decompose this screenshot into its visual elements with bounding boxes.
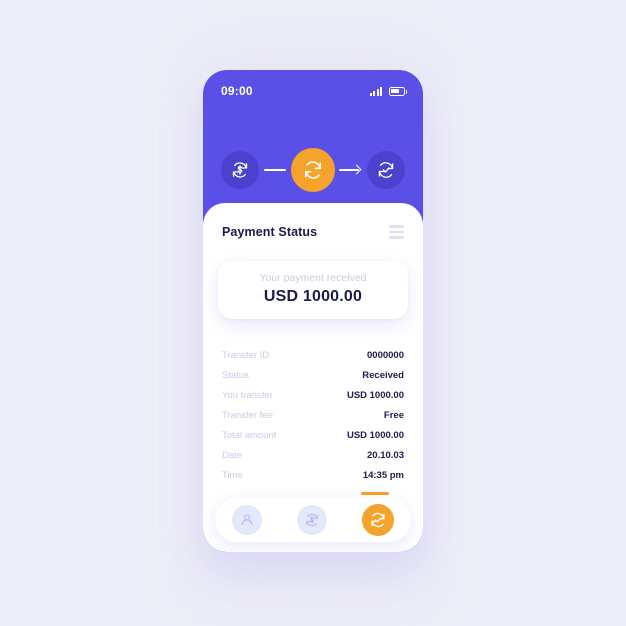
status-bar-icons [369,86,408,96]
dollar-refresh-icon [304,512,320,528]
battery-icon [389,86,408,96]
check-refresh-icon [376,160,396,180]
dollar-refresh-icon [230,160,250,180]
phone-mockup: 09:00 Payment Status Your payment receiv… [203,70,423,552]
step-1-sent[interactable] [221,151,259,189]
table-row: Status Received [222,366,404,386]
detail-key: Status [222,370,249,382]
detail-key: Time [222,470,243,482]
step-3-received[interactable] [367,151,405,189]
step-connector-arrow [335,164,367,176]
amount-card: Your payment received USD 1000.00 [218,260,408,319]
nav-item-transactions[interactable] [296,505,327,535]
detail-value: Received [362,370,404,382]
page-title: Payment Status [222,224,318,239]
person-icon [239,512,255,528]
table-row: Transfer ID 0000000 [222,346,404,366]
step-2-processing[interactable] [291,148,335,192]
amount-label: Your payment received [259,271,367,284]
status-bar: 09:00 [203,70,423,112]
detail-key: Date [222,450,243,462]
screenshot-canvas: 09:00 Payment Status Your payment receiv… [0,0,626,626]
content-sheet: Payment Status Your payment received USD… [203,203,423,552]
detail-value: 0000000 [367,350,404,362]
nav-item-status[interactable] [361,504,394,536]
table-row: You transfer USD 1000.00 [222,386,404,406]
detail-key: Transfer fee [222,410,273,422]
active-tab-indicator [361,492,389,495]
detail-key: Transfer ID [222,350,270,362]
detail-key: Total amount [222,430,277,442]
nav-item-profile[interactable] [232,505,263,535]
detail-value: 20.10.03 [367,450,404,462]
transaction-details: Transfer ID 0000000 Status Received You … [222,346,404,511]
sync-refresh-icon [302,159,324,181]
signal-bars-icon [369,86,382,96]
bottom-nav-bar [215,498,411,542]
table-row: Date 20.10.03 [222,446,404,466]
sheet-header: Payment Status [203,203,423,242]
detail-value: USD 1000.00 [346,430,404,442]
detail-value: 14:35 pm [362,470,404,482]
table-row: Transfer fee Free [222,406,404,426]
table-row: Time 14:35 pm [222,466,404,486]
table-row: Total amount USD 1000.00 [222,426,404,446]
detail-key: You transfer [222,390,273,402]
progress-steps [203,148,423,192]
hamburger-menu-icon[interactable] [389,222,404,242]
status-bar-time: 09:00 [221,84,253,98]
detail-value: USD 1000.00 [346,390,404,402]
bottom-navigation [215,492,411,542]
step-connector-line [259,169,291,171]
amount-value: USD 1000.00 [263,287,363,305]
detail-value: Free [383,410,404,422]
check-refresh-icon [369,511,387,529]
